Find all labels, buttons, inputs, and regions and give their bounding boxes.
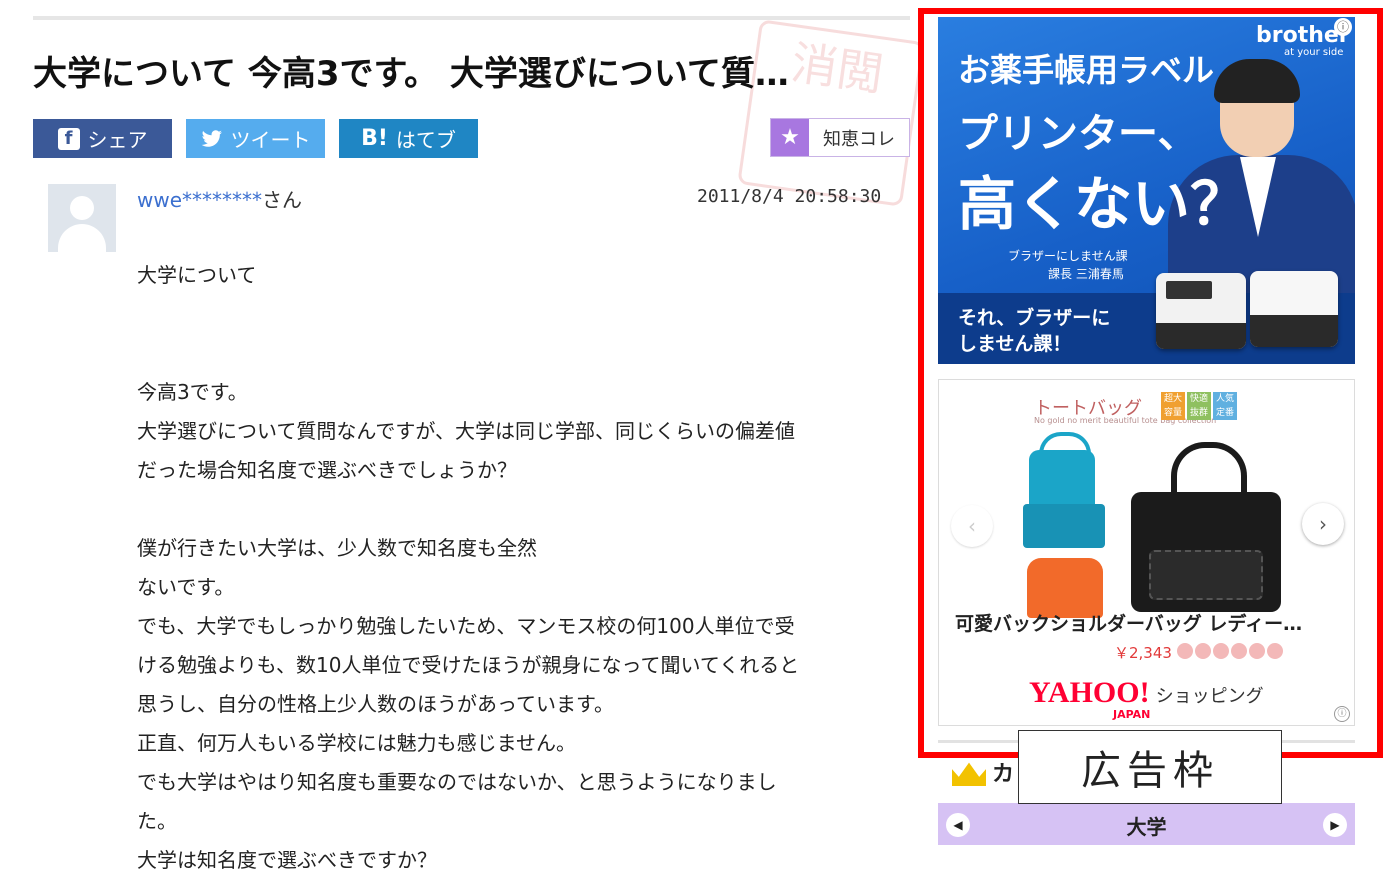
body-line: だった場合知名度で選ぶべきでしょうか？ (137, 458, 517, 482)
body-line (137, 490, 897, 529)
ad-slot-caption: 広告枠 (1018, 730, 1282, 804)
facebook-icon: f (57, 127, 80, 150)
body-line: 正直、何万人もいる学校には魅力も感じません。 (137, 731, 576, 755)
username[interactable]: wwe******** (137, 188, 262, 212)
body-line: ける勉強よりも、数10人単位で受けたほうが親身になって聞いてくれると (137, 653, 800, 677)
crown-icon (952, 762, 986, 786)
username-link[interactable]: wwe********さん (137, 184, 302, 213)
body-line (137, 334, 897, 373)
hatena-bookmark-icon: B! (361, 126, 388, 151)
chie-collection-button[interactable]: ★ 知恵コレ (770, 118, 910, 157)
twitter-bird-icon (201, 129, 223, 148)
body-line: た。 (137, 809, 177, 833)
avatar-body-icon (58, 224, 106, 252)
body-line (137, 295, 897, 334)
facebook-share-button[interactable]: f シェア (33, 119, 172, 158)
category-current-label[interactable]: 大学 (938, 811, 1355, 840)
hatena-bookmark-label: はてブ (395, 128, 456, 152)
body-line: 大学について (137, 263, 257, 287)
post-timestamp: 2011/8/4 20:58:30 (697, 186, 882, 207)
star-icon: ★ (771, 119, 809, 156)
top-divider (33, 16, 910, 20)
twitter-share-button[interactable]: ツイート (186, 119, 325, 158)
body-line: でも大学はやはり知名度も重要なのではないか、と思うようになりまし (137, 770, 777, 794)
body-line: でも、大学でもしっかり勉強したいため、マンモス校の何100人単位で受 (137, 614, 795, 638)
username-honorific: さん (262, 188, 303, 212)
category-heading: カ (992, 762, 1015, 787)
question-body: 大学について 今高3です。 大学選びについて質問なんですが、大学は同じ学部、同じ… (137, 256, 897, 880)
avatar-head-icon (70, 196, 94, 220)
facebook-share-label: シェア (87, 128, 148, 152)
ad-slot-highlight-frame (918, 8, 1383, 758)
body-line: 今高3です。 (137, 380, 248, 404)
twitter-share-label: ツイート (230, 128, 311, 152)
body-line: 大学選びについて質問なんですが、大学は同じ学部、同じくらいの偏差値 (137, 419, 795, 443)
category-next-button[interactable]: ▶ (1323, 813, 1347, 837)
avatar[interactable] (48, 184, 116, 252)
category-navigator: ◀ 大学 ▶ (938, 803, 1355, 845)
body-line: 僕が行きたい大学は、少人数で知名度も全然 (137, 536, 537, 560)
body-line: 思うし、自分の性格上少人数のほうがあっています。 (137, 692, 614, 716)
body-line: ないです。 (137, 575, 235, 599)
chie-collection-label: 知恵コレ (823, 128, 895, 150)
hatena-bookmark-button[interactable]: B! はてブ (339, 119, 478, 158)
body-line: 大学は知名度で選ぶべきですか？ (137, 848, 437, 872)
question-title: 大学について 今高3です。 大学選びについて質… (33, 54, 789, 94)
